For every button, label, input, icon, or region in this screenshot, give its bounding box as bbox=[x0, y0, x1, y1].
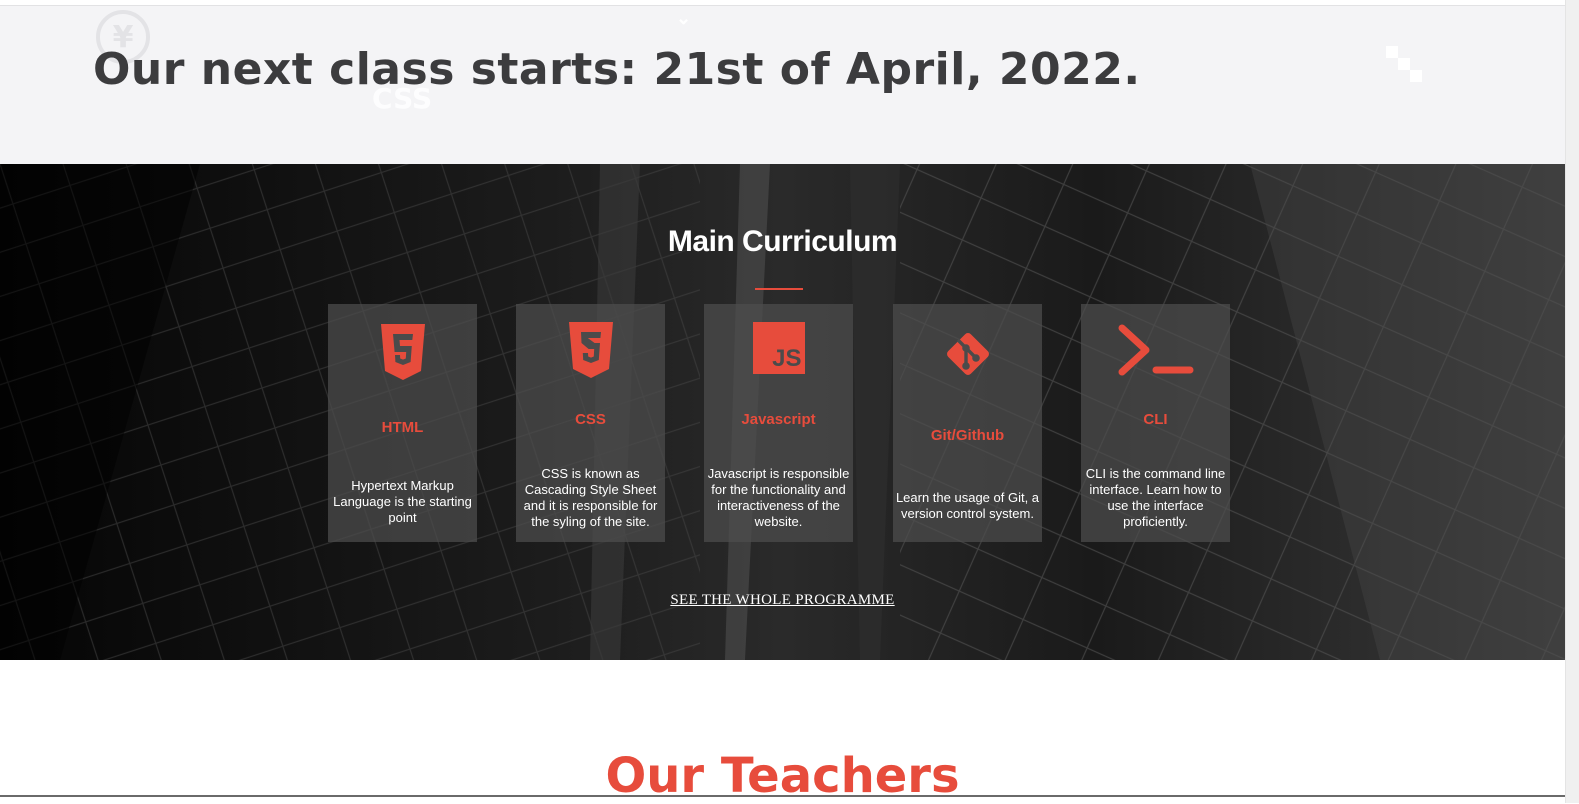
js-glyph: JS bbox=[772, 345, 802, 372]
see-whole-programme-link[interactable]: SEE THE WHOLE PROGRAMME bbox=[0, 592, 1565, 609]
card-description: Javascript is responsible for the functi… bbox=[707, 466, 850, 529]
javascript-icon: JS bbox=[704, 322, 853, 374]
curriculum-title: Main Curriculum bbox=[667, 225, 898, 258]
card-description: CSS is known as Cascading Style Sheet an… bbox=[523, 466, 658, 529]
css3-icon bbox=[516, 322, 665, 378]
curriculum-card-css: CSS CSS is known as Cascading Style Shee… bbox=[516, 304, 665, 542]
card-description: Hypertext Markup Language is the startin… bbox=[333, 478, 472, 525]
next-class-heading: Our next class starts: 21st of April, 20… bbox=[93, 44, 1141, 95]
card-title: HTML bbox=[381, 419, 424, 436]
card-title: CLI bbox=[1143, 411, 1168, 428]
curriculum-card-git: Git/Github Learn the usage of Git, a ver… bbox=[893, 304, 1042, 542]
card-description: CLI is the command line interface. Learn… bbox=[1085, 466, 1226, 529]
announcement-banner: ¥ CSS ⌄ Our next class starts: 21st of A… bbox=[0, 5, 1565, 164]
pixel-decoration-icon bbox=[1386, 46, 1426, 86]
curriculum-card-javascript: JS Javascript Javascript is responsible … bbox=[704, 304, 853, 542]
curriculum-section: Main Curriculum HTML Hypertext Markup La… bbox=[0, 164, 1565, 660]
card-description: Learn the usage of Git, a version contro… bbox=[895, 490, 1040, 521]
card-title: Javascript bbox=[741, 411, 816, 428]
chevron-decoration-icon: ⌄ bbox=[676, 8, 692, 28]
page-scrollbar[interactable] bbox=[1565, 0, 1579, 803]
card-title: CSS bbox=[575, 411, 606, 428]
card-title: Git/Github bbox=[930, 427, 1005, 444]
terminal-icon bbox=[1081, 322, 1230, 378]
git-icon bbox=[893, 326, 1042, 382]
html5-icon bbox=[328, 324, 477, 380]
curriculum-card-html: HTML Hypertext Markup Language is the st… bbox=[328, 304, 477, 542]
viewport-bottom-border bbox=[0, 795, 1565, 797]
curriculum-card-cli: CLI CLI is the command line interface. L… bbox=[1081, 304, 1230, 542]
title-accent-rule bbox=[755, 288, 803, 290]
